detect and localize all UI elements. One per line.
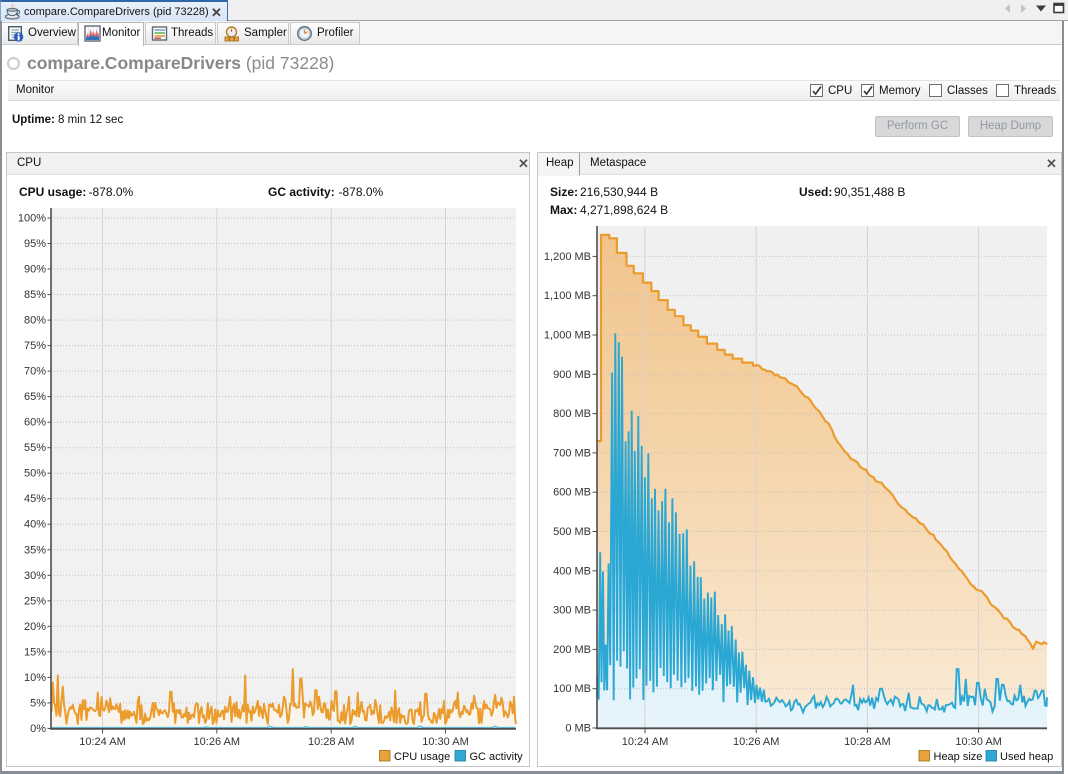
svg-text:10%: 10% — [24, 672, 46, 684]
svg-text:0%: 0% — [30, 723, 46, 735]
svg-text:4,271,898,624 B: 4,271,898,624 B — [580, 203, 668, 217]
svg-text:-878.0%: -878.0% — [89, 185, 134, 199]
svg-text:30%: 30% — [24, 570, 46, 582]
svg-text:10:28 AM: 10:28 AM — [308, 736, 354, 748]
svg-text:100 MB: 100 MB — [553, 683, 591, 695]
svg-text:GC activity: GC activity — [470, 751, 524, 763]
svg-text:Used:: Used: — [799, 185, 832, 199]
svg-text:Size:: Size: — [550, 185, 578, 199]
svg-text:90%: 90% — [24, 264, 46, 276]
svg-text:800 MB: 800 MB — [553, 408, 591, 420]
svg-text:CPU usage: CPU usage — [394, 751, 450, 763]
svg-text:600 MB: 600 MB — [553, 487, 591, 499]
svg-text:1,000 MB: 1,000 MB — [544, 330, 591, 342]
svg-text:70%: 70% — [24, 366, 46, 378]
svg-text:75%: 75% — [24, 340, 46, 352]
svg-text:Heap size: Heap size — [934, 751, 983, 763]
svg-text:100%: 100% — [18, 213, 46, 225]
svg-text:10:30 AM: 10:30 AM — [422, 736, 468, 748]
svg-text:700 MB: 700 MB — [553, 447, 591, 459]
svg-text:10:24 AM: 10:24 AM — [79, 736, 125, 748]
svg-text:1,200 MB: 1,200 MB — [544, 251, 591, 263]
svg-text:10:26 AM: 10:26 AM — [733, 736, 779, 748]
svg-text:GC activity:: GC activity: — [268, 185, 335, 199]
svg-text:95%: 95% — [24, 238, 46, 250]
svg-text:Used heap: Used heap — [1000, 751, 1053, 763]
svg-text:60%: 60% — [24, 417, 46, 429]
svg-text:10:24 AM: 10:24 AM — [622, 736, 668, 748]
svg-text:200 MB: 200 MB — [553, 644, 591, 656]
svg-text:15%: 15% — [24, 646, 46, 658]
svg-text:35%: 35% — [24, 544, 46, 556]
svg-text:25%: 25% — [24, 595, 46, 607]
svg-text:20%: 20% — [24, 621, 46, 633]
svg-text:0 MB: 0 MB — [565, 723, 591, 735]
svg-text:90,351,488 B: 90,351,488 B — [834, 185, 905, 199]
svg-text:300 MB: 300 MB — [553, 605, 591, 617]
svg-text:80%: 80% — [24, 315, 46, 327]
svg-text:10:30 AM: 10:30 AM — [955, 736, 1001, 748]
svg-text:-878.0%: -878.0% — [339, 185, 384, 199]
svg-text:400 MB: 400 MB — [553, 565, 591, 577]
svg-text:10:26 AM: 10:26 AM — [194, 736, 240, 748]
svg-text:10:28 AM: 10:28 AM — [844, 736, 890, 748]
svg-text:900 MB: 900 MB — [553, 369, 591, 381]
svg-text:216,530,944 B: 216,530,944 B — [580, 185, 658, 199]
svg-text:65%: 65% — [24, 391, 46, 403]
svg-text:55%: 55% — [24, 442, 46, 454]
svg-text:85%: 85% — [24, 289, 46, 301]
svg-text:40%: 40% — [24, 519, 46, 531]
svg-text:1,100 MB: 1,100 MB — [544, 290, 591, 302]
svg-text:5%: 5% — [30, 697, 46, 709]
svg-text:CPU usage:: CPU usage: — [19, 185, 86, 199]
svg-text:50%: 50% — [24, 468, 46, 480]
svg-text:45%: 45% — [24, 493, 46, 505]
svg-text:Max:: Max: — [550, 203, 577, 217]
svg-text:500 MB: 500 MB — [553, 526, 591, 538]
